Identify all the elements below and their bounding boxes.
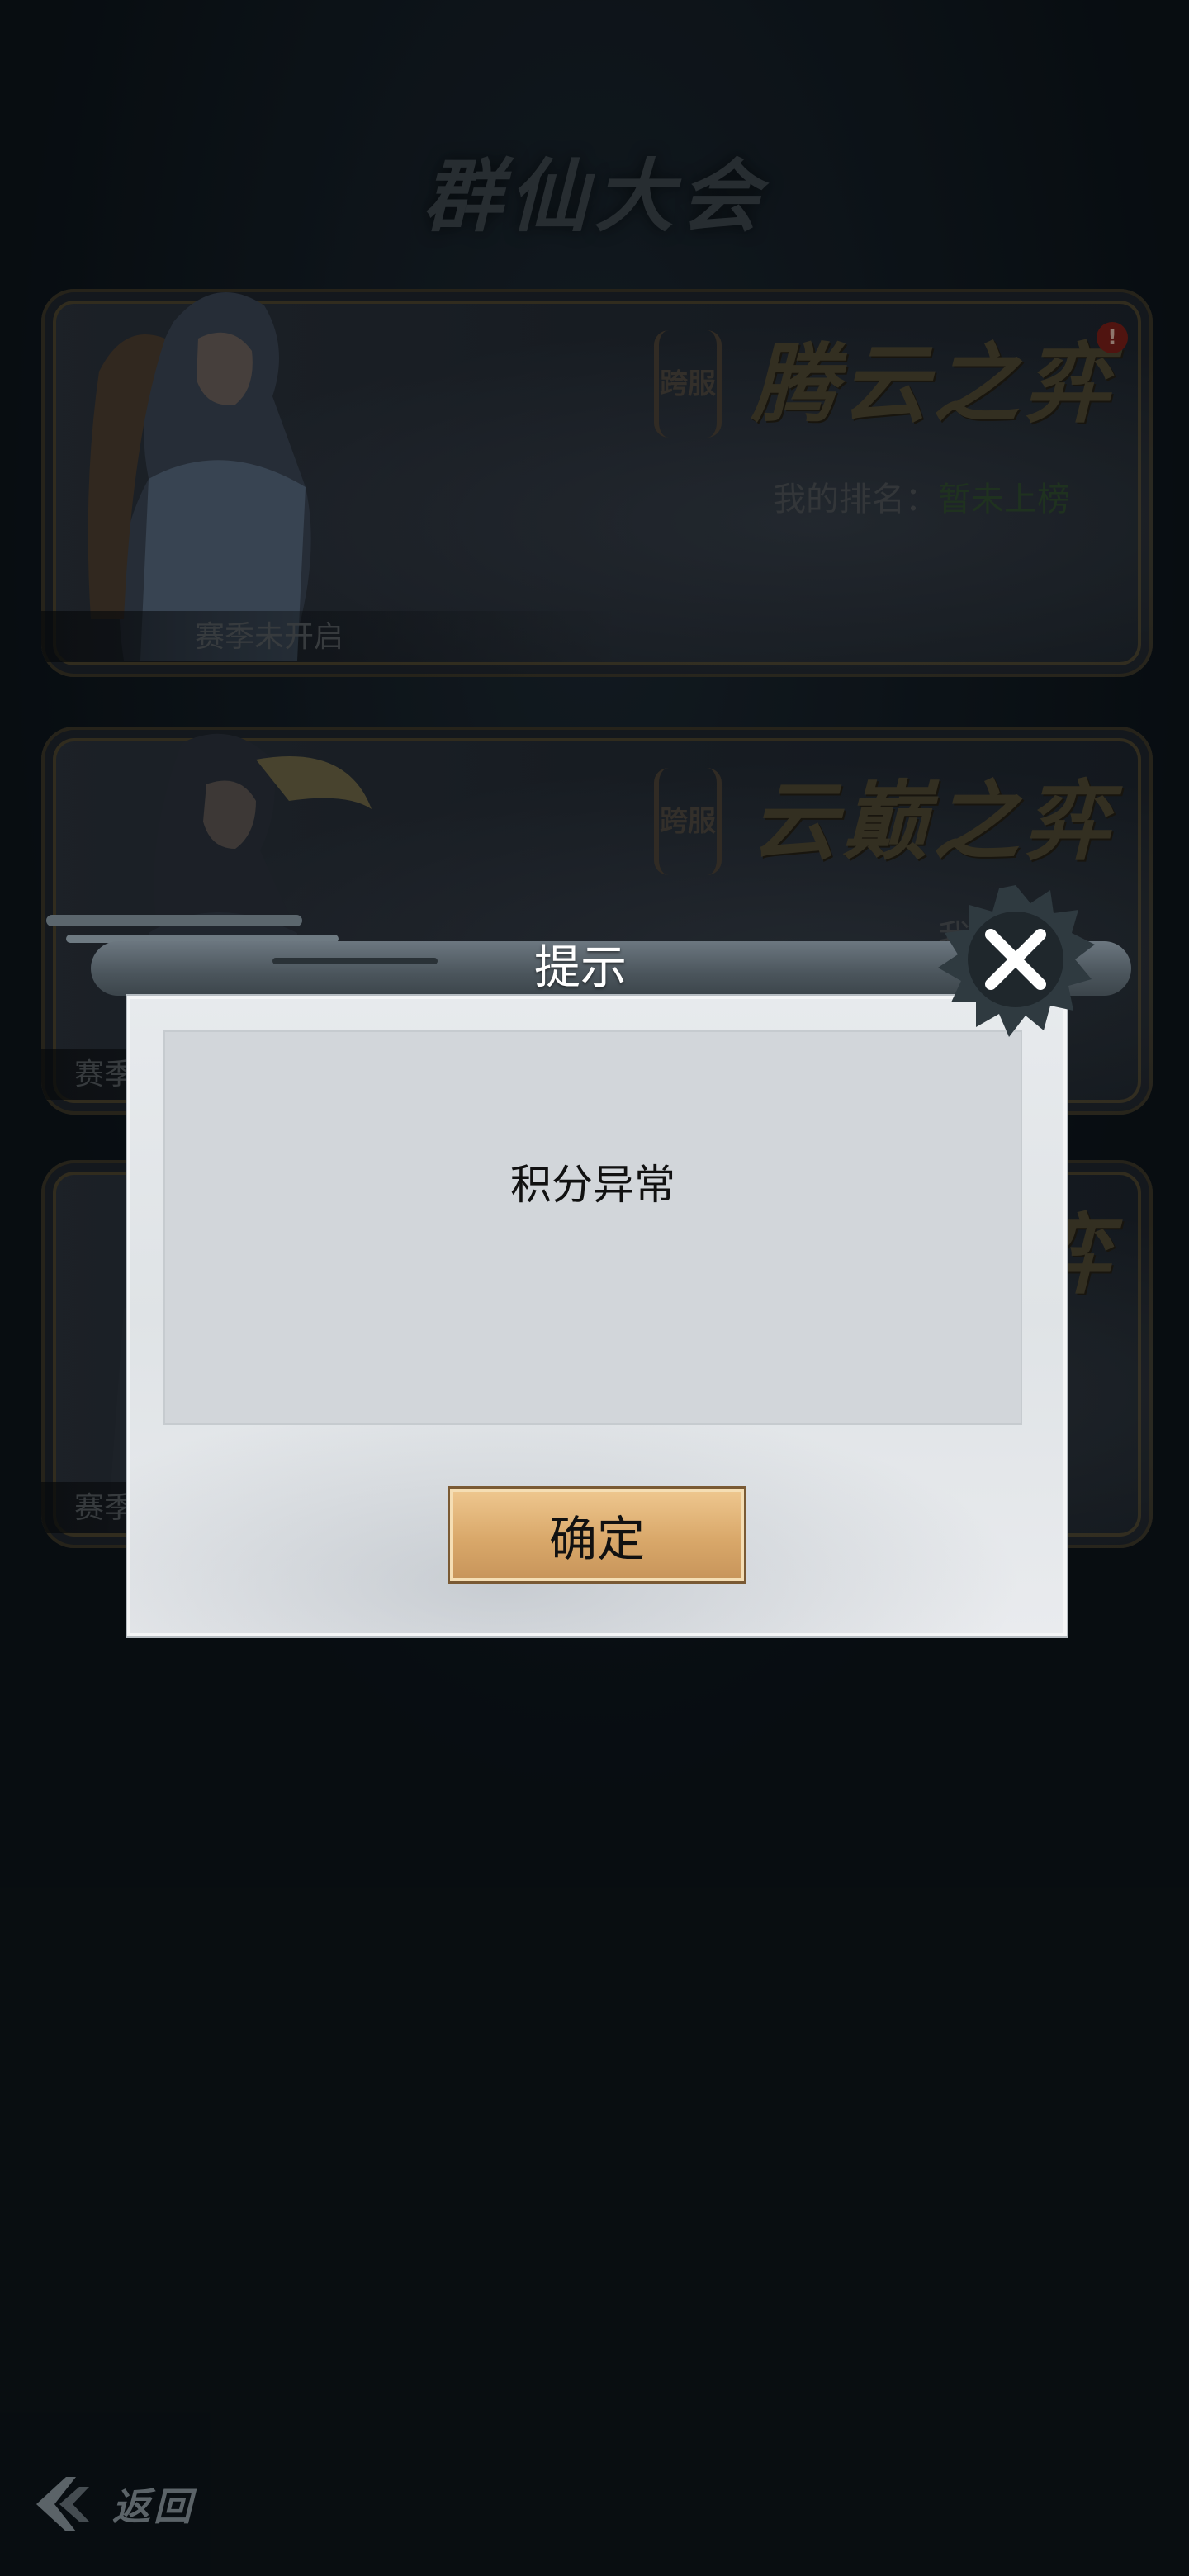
back-arrow-icon (36, 2477, 89, 2531)
header-brush-stroke (46, 915, 302, 926)
close-icon[interactable] (933, 878, 1098, 1044)
message-box (165, 1032, 1021, 1423)
back-button[interactable]: 返回 (30, 2469, 220, 2540)
confirm-button[interactable]: 确定 (448, 1486, 746, 1584)
dialog-message: 积分异常 (510, 1161, 675, 1209)
back-label: 返回 (112, 2484, 195, 2529)
